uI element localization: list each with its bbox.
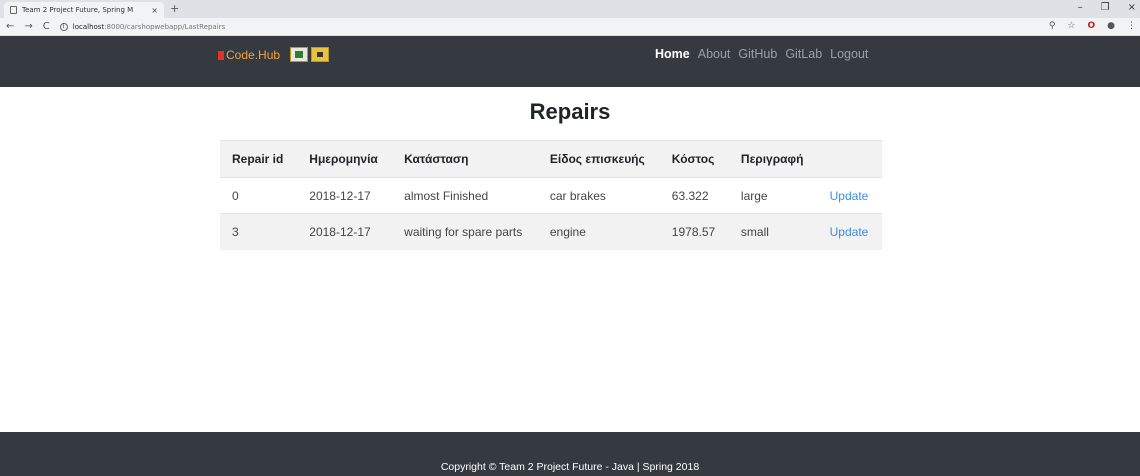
zoom-icon[interactable]: ⚲ — [1049, 21, 1056, 31]
page-title: Repairs — [529, 99, 611, 124]
new-tab-button[interactable]: + — [170, 2, 179, 16]
bookmark-star-icon[interactable]: ☆ — [1067, 21, 1075, 31]
brand-name: Code.Hub — [226, 48, 281, 62]
minimize-button[interactable]: – — [1078, 2, 1083, 13]
site-footer: Copyright © Team 2 Project Future - Java… — [0, 432, 1140, 476]
header-description: Περιγραφή — [728, 140, 818, 178]
reload-button[interactable]: C — [43, 21, 50, 32]
header-repair-id: Repair id — [220, 140, 298, 178]
nav-gitlab[interactable]: GitLab — [785, 47, 822, 61]
tab-title: Team 2 Project Future, Spring M — [22, 6, 134, 14]
project-badge-icon — [311, 47, 329, 62]
cell-actions: Update — [817, 213, 882, 250]
cell-repair-type: engine — [537, 213, 660, 250]
cell-description: large — [728, 177, 818, 214]
team-badge-icon — [290, 47, 308, 62]
main-content: Repairs Repair id Ημερομηνία Κατάσταση Ε… — [0, 87, 1140, 431]
cell-repair-type: car brakes — [537, 177, 660, 214]
header-actions — [817, 140, 882, 178]
browser-tabstrip: Team 2 Project Future, Spring M × + – ❐ … — [0, 0, 1140, 18]
update-link[interactable]: Update — [830, 189, 869, 203]
browser-tab[interactable]: Team 2 Project Future, Spring M × — [4, 2, 164, 18]
navbar-badges — [290, 47, 329, 62]
table-row: 3 2018-12-17 waiting for spare parts eng… — [220, 213, 882, 250]
cell-cost: 1978.57 — [659, 213, 729, 250]
header-repair-type: Είδος επισκευής — [537, 140, 660, 178]
brand-logo[interactable]: Code.Hub — [218, 48, 280, 62]
cell-date: 2018-12-17 — [297, 177, 393, 214]
url-field[interactable]: i localhost :8000/carshopwebapp/LastRepa… — [59, 22, 226, 31]
browser-toolbar-icons: ⚲ ☆ O ● ⋮ — [1049, 21, 1136, 31]
cell-actions: Update — [817, 177, 882, 214]
nav-logout[interactable]: Logout — [830, 47, 868, 61]
menu-dots-icon[interactable]: ⋮ — [1127, 21, 1136, 31]
cell-description: small — [728, 213, 818, 250]
brand-mark-icon — [218, 50, 224, 60]
cell-cost: 63.322 — [659, 177, 729, 214]
url-host: localhost — [72, 22, 105, 31]
nav-about[interactable]: About — [698, 47, 731, 61]
close-window-button[interactable]: × — [1128, 2, 1136, 13]
update-link[interactable]: Update — [830, 225, 869, 239]
url-path: :8000/carshopwebapp/LastRepairs — [104, 22, 226, 31]
site-info-icon[interactable]: i — [59, 22, 68, 31]
header-status: Κατάσταση — [392, 140, 538, 178]
site-navbar: Code.Hub Home About GitHub GitLab Logout — [0, 36, 1140, 87]
forward-button[interactable]: → — [24, 21, 32, 32]
header-date: Ημερομηνία — [297, 140, 393, 178]
cell-status: almost Finished — [392, 177, 538, 214]
tab-close-icon[interactable]: × — [151, 6, 158, 15]
restore-button[interactable]: ❐ — [1101, 2, 1110, 13]
header-cost: Κόστος — [659, 140, 729, 178]
back-button[interactable]: ← — [6, 21, 14, 32]
cell-repair-id: 3 — [220, 213, 298, 250]
repairs-table: Repair id Ημερομηνία Κατάσταση Είδος επι… — [220, 140, 882, 250]
table-header-row: Repair id Ημερομηνία Κατάσταση Είδος επι… — [220, 140, 882, 178]
opera-extension-icon[interactable]: O — [1087, 21, 1095, 31]
cell-date: 2018-12-17 — [297, 213, 393, 250]
nav-home[interactable]: Home — [655, 47, 690, 61]
table-row: 0 2018-12-17 almost Finished car brakes … — [220, 177, 882, 214]
cell-repair-id: 0 — [220, 177, 298, 214]
footer-copyright: Copyright © Team 2 Project Future - Java… — [440, 461, 700, 473]
profile-icon[interactable]: ● — [1107, 21, 1115, 31]
nav-github[interactable]: GitHub — [738, 47, 777, 61]
nav-links: Home About GitHub GitLab Logout — [655, 47, 868, 61]
window-controls: – ❐ × — [1078, 2, 1136, 13]
browser-address-bar: ← → C i localhost :8000/carshopwebapp/La… — [0, 18, 1140, 36]
page-icon — [10, 6, 17, 14]
cell-status: waiting for spare parts — [392, 213, 538, 250]
